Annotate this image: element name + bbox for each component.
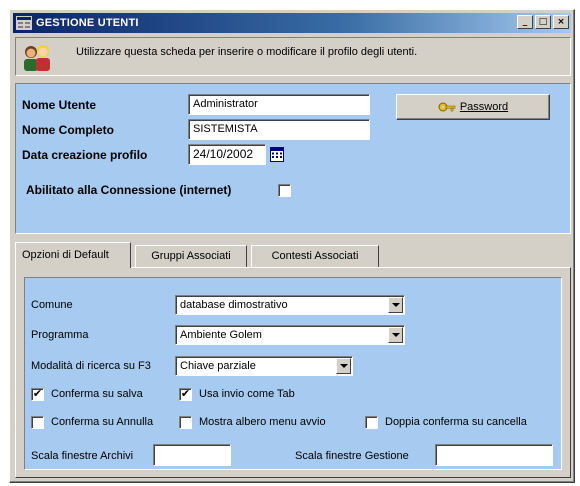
usa-invio-label: Usa invio come Tab <box>199 388 295 400</box>
window-title: GESTIONE UTENTI <box>36 17 139 29</box>
conferma-annulla-label: Conferma su Annulla <box>51 416 154 428</box>
info-panel: Utilizzare questa scheda per inserire o … <box>15 37 571 76</box>
scala-gestione-label: Scala finestre Gestione <box>295 450 409 462</box>
comune-label: Comune <box>31 299 73 311</box>
nome-utente-label: Nome Utente <box>22 98 97 112</box>
comune-value: database dimostrativo <box>180 299 288 311</box>
tab-contesti-associati[interactable]: Contesti Associati <box>251 245 379 267</box>
key-icon <box>438 102 456 112</box>
ricerca-label: Modalità di ricerca su F3 <box>31 360 151 372</box>
data-creazione-field[interactable]: 24/10/2002 <box>188 144 266 165</box>
app-icon <box>16 16 32 30</box>
user-panel: Nome Utente Administrator Password Nome … <box>15 83 571 234</box>
ricerca-select[interactable]: Chiave parziale <box>175 356 353 376</box>
conferma-salva-checkbox[interactable]: ✔ <box>31 388 44 401</box>
minimize-button[interactable]: _ <box>517 15 533 29</box>
scala-gestione-field[interactable] <box>435 444 553 466</box>
main-window: GESTIONE UTENTI _ □ × Utilizzare questa … <box>9 9 575 483</box>
dropdown-arrow-icon[interactable] <box>336 358 351 374</box>
maximize-button[interactable]: □ <box>535 15 551 29</box>
scala-archivi-field[interactable] <box>153 444 231 466</box>
options-panel: Comune database dimostrativo Programma A… <box>24 277 562 470</box>
doppia-conferma-label: Doppia conferma su cancella <box>385 416 527 428</box>
abilitato-label: Abilitato alla Connessione (internet) <box>26 183 232 197</box>
users-icon <box>24 45 50 71</box>
nome-completo-label: Nome Completo <box>22 123 115 137</box>
programma-label: Programma <box>31 329 89 341</box>
dropdown-arrow-icon[interactable] <box>388 297 403 313</box>
conferma-salva-label: Conferma su salva <box>51 388 143 400</box>
doppia-conferma-checkbox[interactable] <box>365 416 378 429</box>
data-creazione-label: Data creazione profilo <box>22 148 148 162</box>
ricerca-value: Chiave parziale <box>180 360 256 372</box>
info-text: Utilizzare questa scheda per inserire o … <box>76 46 418 58</box>
mostra-albero-checkbox[interactable] <box>179 416 192 429</box>
nome-completo-field[interactable]: SISTEMISTA <box>188 119 370 140</box>
nome-utente-field[interactable]: Administrator <box>188 94 370 115</box>
password-button[interactable]: Password <box>396 94 550 120</box>
window-controls: _ □ × <box>515 15 569 29</box>
tab-panel: Comune database dimostrativo Programma A… <box>15 267 571 478</box>
close-button[interactable]: × <box>553 15 569 29</box>
title-bar[interactable]: GESTIONE UTENTI _ □ × <box>13 13 571 33</box>
dropdown-arrow-icon[interactable] <box>388 327 403 343</box>
abilitato-checkbox[interactable] <box>278 184 291 197</box>
mostra-albero-label: Mostra albero menu avvio <box>199 416 326 428</box>
comune-select[interactable]: database dimostrativo <box>175 295 405 315</box>
usa-invio-checkbox[interactable]: ✔ <box>179 388 192 401</box>
calendar-icon[interactable] <box>270 147 284 162</box>
tab-opzioni-default[interactable]: Opzioni di Default <box>15 242 131 268</box>
scala-archivi-label: Scala finestre Archivi <box>31 450 134 462</box>
password-button-label: Password <box>459 101 509 113</box>
programma-value: Ambiente Golem <box>180 329 262 341</box>
programma-select[interactable]: Ambiente Golem <box>175 325 405 345</box>
conferma-annulla-checkbox[interactable] <box>31 416 44 429</box>
tab-gruppi-associati[interactable]: Gruppi Associati <box>135 245 247 267</box>
